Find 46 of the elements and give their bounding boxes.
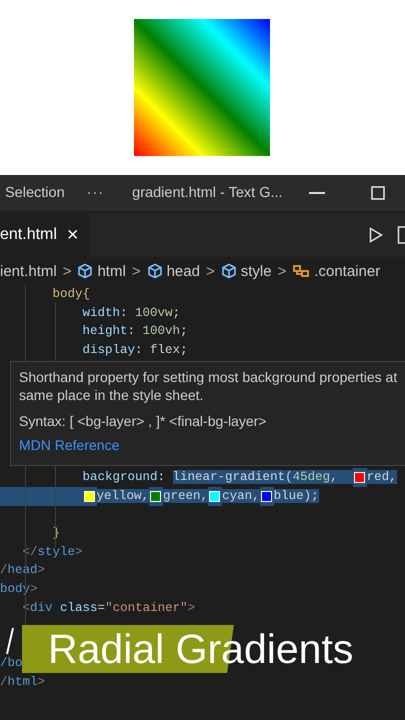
code-text: red, bbox=[366, 469, 397, 486]
more-menu[interactable]: ··· bbox=[86, 185, 104, 201]
tooltip-description: same place in the style sheet. bbox=[19, 386, 204, 404]
code-text: body> bbox=[0, 580, 38, 598]
code-text: width: 100vw; bbox=[82, 304, 180, 322]
breadcrumb-item[interactable]: style bbox=[240, 262, 272, 280]
slash-mark bbox=[6, 627, 14, 655]
code-text: body{ bbox=[52, 286, 90, 303]
cube-icon bbox=[146, 263, 163, 279]
color-swatch[interactable] bbox=[84, 490, 94, 502]
tooltip-description: Shorthand property for setting most background properties at bbox=[19, 368, 398, 386]
color-swatch[interactable] bbox=[150, 490, 162, 502]
breadcrumb-separator: > bbox=[132, 262, 141, 280]
window-title: gradient.html - Text G... bbox=[132, 185, 283, 201]
run-icon[interactable] bbox=[369, 227, 383, 243]
code-text: green, bbox=[163, 488, 208, 505]
cube-icon bbox=[220, 263, 237, 279]
breadcrumb-separator: > bbox=[206, 262, 215, 280]
code-text: /bo bbox=[0, 655, 23, 672]
breadcrumb-separator: > bbox=[62, 262, 72, 280]
selector-icon bbox=[292, 263, 310, 279]
code-text: cyan, bbox=[222, 488, 260, 505]
breadcrumb-item[interactable]: ient.html bbox=[0, 262, 57, 280]
breadcrumb-item[interactable]: html bbox=[97, 262, 126, 280]
split-editor-icon[interactable] bbox=[397, 226, 405, 244]
close-icon[interactable]: × bbox=[66, 224, 79, 246]
code-text: /head> bbox=[0, 562, 46, 580]
tooltip-syntax: Syntax: [ <bg-layer> , ]* <final-bg-layer> bbox=[19, 412, 268, 430]
editor-tab[interactable]: ent.html × bbox=[0, 213, 89, 257]
code-text: yellow, bbox=[96, 488, 150, 505]
code-text: display: flex; bbox=[82, 342, 188, 359]
color-swatch[interactable] bbox=[260, 490, 272, 502]
reference-link[interactable]: MDN Reference bbox=[19, 436, 405, 454]
code-text: /html> bbox=[0, 674, 46, 691]
code-text: blue); bbox=[274, 488, 319, 505]
color-swatch[interactable] bbox=[209, 490, 220, 502]
code-text: background: linear-gradient(45deg, bbox=[0, 468, 353, 487]
breadcrumb-item[interactable]: .container bbox=[314, 262, 380, 280]
menu-item[interactable]: Selection bbox=[5, 185, 65, 201]
cube-icon bbox=[77, 263, 94, 279]
minimize-icon[interactable] bbox=[308, 192, 325, 194]
breadcrumb-item[interactable]: head bbox=[166, 262, 200, 280]
color-swatch[interactable] bbox=[354, 472, 365, 484]
breadcrumb-separator: > bbox=[278, 262, 286, 280]
maximize-icon[interactable] bbox=[370, 186, 385, 200]
code-text: height: 100vh; bbox=[82, 323, 188, 340]
